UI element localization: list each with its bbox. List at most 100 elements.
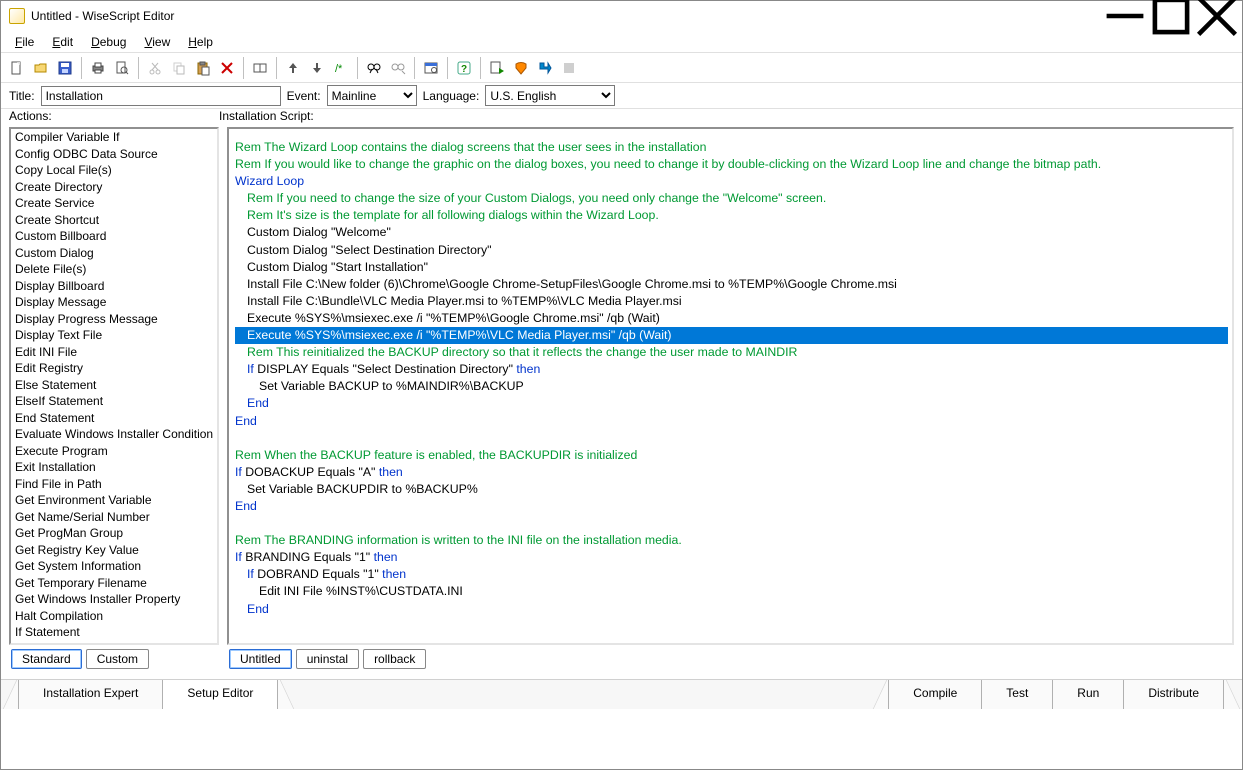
action-item[interactable]: Create Shortcut	[11, 212, 217, 229]
actions-list[interactable]: Compiler Variable IfConfig ODBC Data Sou…	[9, 127, 219, 645]
duplicate-icon[interactable]	[248, 56, 272, 80]
open-icon[interactable]	[29, 56, 53, 80]
help-icon[interactable]: ?	[452, 56, 476, 80]
action-item[interactable]: Find File in Path	[11, 476, 217, 493]
script-area[interactable]: Rem The Wizard Loop contains the dialog …	[227, 127, 1234, 645]
action-item[interactable]: Display Text File	[11, 327, 217, 344]
comment-icon[interactable]: /*	[329, 56, 353, 80]
tab-custom[interactable]: Custom	[86, 649, 149, 669]
paste-icon[interactable]	[191, 56, 215, 80]
action-item[interactable]: Custom Dialog	[11, 245, 217, 262]
print-icon[interactable]	[86, 56, 110, 80]
debug-start-icon[interactable]	[485, 56, 509, 80]
script-line[interactable]: Rem If you would like to change the grap…	[235, 156, 1228, 173]
action-item[interactable]: ElseIf Statement	[11, 393, 217, 410]
script-line[interactable]: If DOBRAND Equals "1" then	[235, 566, 1228, 583]
script-line[interactable]: Wizard Loop	[235, 173, 1228, 190]
save-icon[interactable]	[53, 56, 77, 80]
new-icon[interactable]	[5, 56, 29, 80]
action-item[interactable]: Edit INI File	[11, 344, 217, 361]
action-item[interactable]: Get Environment Variable	[11, 492, 217, 509]
action-item[interactable]: Create Directory	[11, 179, 217, 196]
tab-rollback[interactable]: rollback	[363, 649, 426, 669]
script-line[interactable]: Execute %SYS%\msiexec.exe /i "%TEMP%\Goo…	[235, 310, 1228, 327]
script-line[interactable]	[235, 515, 1228, 532]
action-item[interactable]: Evaluate Windows Installer Condition	[11, 426, 217, 443]
delete-icon[interactable]	[215, 56, 239, 80]
cut-icon[interactable]	[143, 56, 167, 80]
debug-step-icon[interactable]	[533, 56, 557, 80]
maximize-button[interactable]	[1148, 1, 1194, 31]
script-line[interactable]	[235, 430, 1228, 447]
footer-test[interactable]: Test	[981, 680, 1053, 709]
script-line[interactable]: Set Variable BACKUP to %MAINDIR%\BACKUP	[235, 378, 1228, 395]
footer-distribute[interactable]: Distribute	[1123, 680, 1224, 709]
action-item[interactable]: Compiler Variable If	[11, 129, 217, 146]
script-line[interactable]: If DISPLAY Equals "Select Destination Di…	[235, 361, 1228, 378]
script-line[interactable]: End	[235, 413, 1228, 430]
menu-debug[interactable]: Debug	[83, 33, 134, 51]
action-item[interactable]: Get Temporary Filename	[11, 575, 217, 592]
script-line[interactable]: Custom Dialog "Welcome"	[235, 224, 1228, 241]
script-line[interactable]: Rem It's size is the template for all fo…	[235, 207, 1228, 224]
language-select[interactable]: U.S. English	[485, 85, 615, 106]
find-next-icon[interactable]	[386, 56, 410, 80]
action-item[interactable]: Config ODBC Data Source	[11, 146, 217, 163]
menu-view[interactable]: View	[136, 33, 178, 51]
action-item[interactable]: End Statement	[11, 410, 217, 427]
move-down-icon[interactable]	[305, 56, 329, 80]
script-line[interactable]: End	[235, 395, 1228, 412]
script-line[interactable]: If DOBACKUP Equals "A" then	[235, 464, 1228, 481]
action-item[interactable]: Get Name/Serial Number	[11, 509, 217, 526]
menu-file[interactable]: File	[7, 33, 42, 51]
script-line[interactable]: If BRANDING Equals "1" then	[235, 549, 1228, 566]
script-line[interactable]: Set Variable BACKUPDIR to %BACKUP%	[235, 481, 1228, 498]
script-line[interactable]: Custom Dialog "Start Installation"	[235, 259, 1228, 276]
tab-uninstal[interactable]: uninstal	[296, 649, 359, 669]
action-item[interactable]: Get Windows Installer Property	[11, 591, 217, 608]
script-line[interactable]: End	[235, 498, 1228, 515]
action-item[interactable]: Custom Billboard	[11, 228, 217, 245]
action-item[interactable]: Display Billboard	[11, 278, 217, 295]
script-line[interactable]: Edit INI File %INST%\CUSTDATA.INI	[235, 583, 1228, 600]
minimize-button[interactable]	[1102, 1, 1148, 31]
script-line[interactable]: Rem The Wizard Loop contains the dialog …	[235, 139, 1228, 156]
action-item[interactable]: If Statement	[11, 624, 217, 641]
script-line[interactable]: Install File C:\Bundle\VLC Media Player.…	[235, 293, 1228, 310]
action-item[interactable]: Else Statement	[11, 377, 217, 394]
action-item[interactable]: Exit Installation	[11, 459, 217, 476]
script-line[interactable]: Install File C:\New folder (6)\Chrome\Go…	[235, 276, 1228, 293]
print-preview-icon[interactable]	[110, 56, 134, 80]
action-item[interactable]: Halt Compilation	[11, 608, 217, 625]
action-item[interactable]: Copy Local File(s)	[11, 162, 217, 179]
menu-edit[interactable]: Edit	[44, 33, 81, 51]
script-line[interactable]: Rem If you need to change the size of yo…	[235, 190, 1228, 207]
find-icon[interactable]	[362, 56, 386, 80]
script-line[interactable]: Rem When the BACKUP feature is enabled, …	[235, 447, 1228, 464]
script-line[interactable]: Execute %SYS%\msiexec.exe /i "%TEMP%\VLC…	[235, 327, 1228, 344]
debug-stop-icon[interactable]	[557, 56, 581, 80]
script-line[interactable]: Custom Dialog "Select Destination Direct…	[235, 242, 1228, 259]
script-line[interactable]: Rem This reinitialized the BACKUP direct…	[235, 344, 1228, 361]
action-item[interactable]: Get ProgMan Group	[11, 525, 217, 542]
action-item[interactable]: Edit Registry	[11, 360, 217, 377]
footer-setup-editor[interactable]: Setup Editor	[162, 680, 278, 709]
close-button[interactable]	[1194, 1, 1240, 31]
action-item[interactable]: Delete File(s)	[11, 261, 217, 278]
action-item[interactable]: Get System Information	[11, 558, 217, 575]
action-item[interactable]: Create Service	[11, 195, 217, 212]
tab-untitled[interactable]: Untitled	[229, 649, 292, 669]
action-item[interactable]: Display Message	[11, 294, 217, 311]
menu-help[interactable]: Help	[180, 33, 221, 51]
event-select[interactable]: Mainline	[327, 85, 417, 106]
action-item[interactable]: Execute Program	[11, 443, 217, 460]
action-item[interactable]: Display Progress Message	[11, 311, 217, 328]
title-input[interactable]	[41, 86, 281, 106]
copy-icon[interactable]	[167, 56, 191, 80]
script-line[interactable]: End	[235, 601, 1228, 618]
tab-standard[interactable]: Standard	[11, 649, 82, 669]
properties-icon[interactable]	[419, 56, 443, 80]
footer-run[interactable]: Run	[1052, 680, 1124, 709]
footer-installation-expert[interactable]: Installation Expert	[18, 680, 163, 709]
debug-pause-icon[interactable]	[509, 56, 533, 80]
